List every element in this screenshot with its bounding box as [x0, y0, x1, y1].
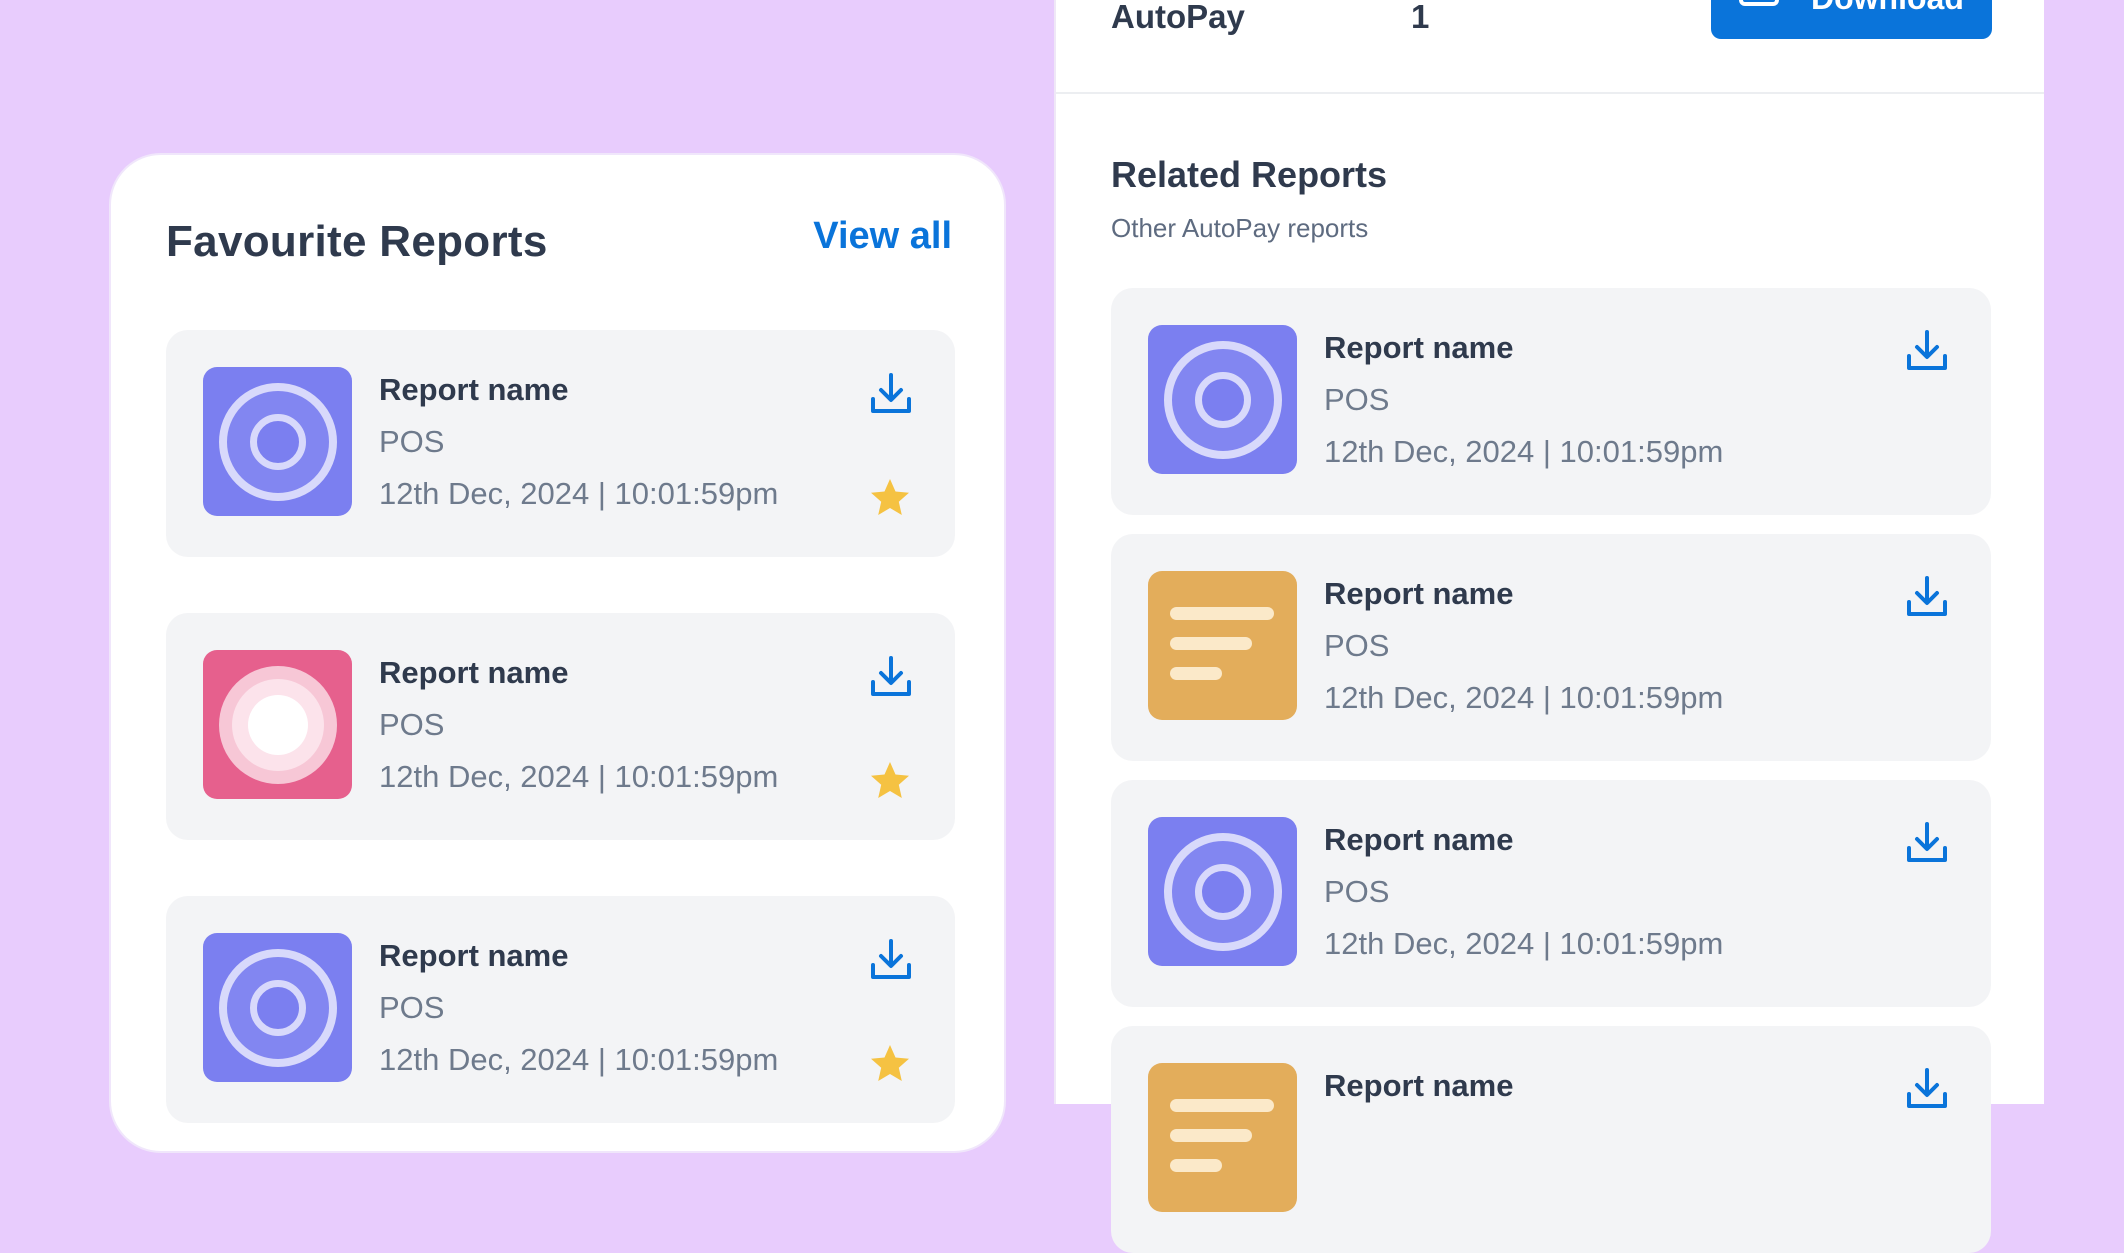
download-icon[interactable] [1904, 574, 1950, 620]
star-icon[interactable] [868, 1042, 912, 1086]
favourite-reports-card: Favourite Reports View all Report name P… [109, 153, 1006, 1153]
related-report-item[interactable]: Report name [1111, 1026, 1991, 1253]
report-type: POS [1324, 628, 1390, 663]
summary-row: AutoPay 1 Download [1056, 0, 2044, 94]
favourite-report-item[interactable]: Report name POS 12th Dec, 2024 | 10:01:5… [166, 613, 955, 840]
report-thumbnail-icon [1148, 571, 1297, 720]
report-type: POS [379, 424, 445, 459]
related-report-item[interactable]: Report name POS 12th Dec, 2024 | 10:01:5… [1111, 534, 1991, 761]
report-thumbnail-icon [203, 650, 352, 799]
report-name: Report name [379, 938, 569, 973]
related-reports-title: Related Reports [1111, 154, 1388, 195]
autopay-label: AutoPay [1111, 0, 1245, 35]
report-thumbnail-icon [203, 367, 352, 516]
report-thumbnail-icon [1148, 325, 1297, 474]
download-icon[interactable] [868, 937, 914, 983]
favourite-report-item[interactable]: Report name POS 12th Dec, 2024 | 10:01:5… [166, 330, 955, 557]
download-icon[interactable] [1904, 1066, 1950, 1112]
download-icon[interactable] [868, 371, 914, 417]
view-all-link[interactable]: View all [813, 215, 952, 258]
report-name: Report name [379, 372, 569, 407]
report-date: 12th Dec, 2024 | 10:01:59pm [1324, 680, 1724, 715]
star-icon[interactable] [868, 476, 912, 520]
report-date: 12th Dec, 2024 | 10:01:59pm [379, 759, 779, 794]
report-date: 12th Dec, 2024 | 10:01:59pm [379, 476, 779, 511]
report-type: POS [379, 707, 445, 742]
report-thumbnail-icon [1148, 1063, 1297, 1212]
report-date: 12th Dec, 2024 | 10:01:59pm [1324, 434, 1724, 469]
report-name: Report name [1324, 822, 1514, 857]
report-name: Report name [1324, 1068, 1514, 1103]
report-name: Report name [1324, 576, 1514, 611]
download-icon[interactable] [1904, 328, 1950, 374]
report-name: Report name [1324, 330, 1514, 365]
favourite-reports-title: Favourite Reports [166, 217, 548, 266]
related-report-item[interactable]: Report name POS 12th Dec, 2024 | 10:01:5… [1111, 288, 1991, 515]
star-icon[interactable] [868, 759, 912, 803]
report-detail-panel: AutoPay 1 Download Related Reports Other… [1054, 0, 2044, 1253]
report-date: 12th Dec, 2024 | 10:01:59pm [379, 1042, 779, 1077]
favourite-report-item[interactable]: Report name POS 12th Dec, 2024 | 10:01:5… [166, 896, 955, 1123]
report-date: 12th Dec, 2024 | 10:01:59pm [1324, 926, 1724, 961]
autopay-count: 1 [1411, 0, 1430, 35]
report-type: POS [379, 990, 445, 1025]
download-button[interactable]: Download [1711, 0, 1992, 39]
related-reports-subtitle: Other AutoPay reports [1111, 213, 1369, 243]
download-icon[interactable] [868, 654, 914, 700]
report-thumbnail-icon [203, 933, 352, 1082]
report-thumbnail-icon [1148, 817, 1297, 966]
report-type: POS [1324, 874, 1390, 909]
download-button-label: Download [1811, 0, 1964, 17]
report-name: Report name [379, 655, 569, 690]
download-icon [1739, 0, 1779, 6]
related-report-item[interactable]: Report name POS 12th Dec, 2024 | 10:01:5… [1111, 780, 1991, 1007]
report-type: POS [1324, 382, 1390, 417]
download-icon[interactable] [1904, 820, 1950, 866]
